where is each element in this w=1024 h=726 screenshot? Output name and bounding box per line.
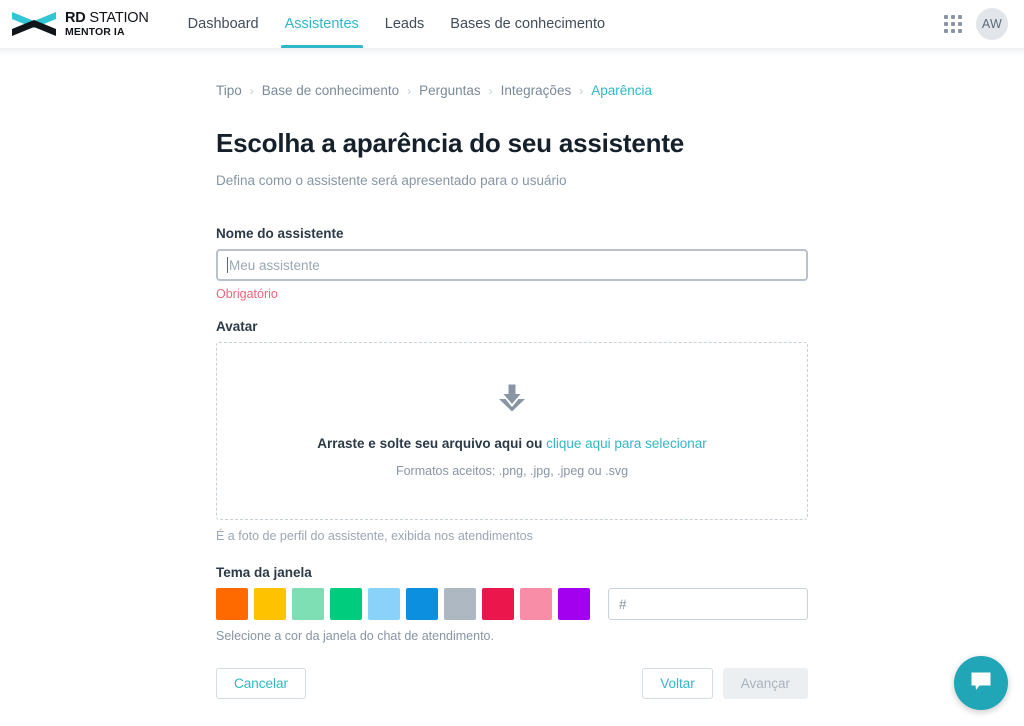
footer-right-buttons: Voltar Avançar xyxy=(642,668,808,699)
theme-helper-text: Selecione a cor da janela do chat de ate… xyxy=(216,629,494,643)
nav-item-assistentes[interactable]: Assistentes xyxy=(272,0,372,48)
chat-launcher-button[interactable] xyxy=(954,656,1008,710)
top-navigation-bar: RD STATION MENTOR IA Dashboard Assistent… xyxy=(0,0,1024,48)
breadcrumb-separator-icon: › xyxy=(488,83,493,98)
breadcrumb-item-base-de-conhecimento[interactable]: Base de conhecimento xyxy=(262,83,399,98)
color-swatch-sky[interactable] xyxy=(368,588,400,620)
dropzone-instruction: Arraste e solte seu arquivo aqui ou xyxy=(317,436,547,451)
breadcrumb-separator-icon: › xyxy=(407,83,412,98)
assistant-name-input[interactable] xyxy=(229,251,797,279)
header-divider xyxy=(0,48,1024,56)
nav-label: Assistentes xyxy=(284,16,359,32)
breadcrumb-separator-icon: › xyxy=(579,83,584,98)
next-button[interactable]: Avançar xyxy=(722,668,808,699)
color-swatch-slate[interactable] xyxy=(444,588,476,620)
hex-color-input[interactable] xyxy=(608,588,808,620)
hex-input-wrapper xyxy=(608,588,808,620)
page-body: Tipo › Base de conhecimento › Perguntas … xyxy=(0,56,1024,699)
theme-label: Tema da janela xyxy=(216,565,312,580)
content-container: Tipo › Base de conhecimento › Perguntas … xyxy=(216,83,808,699)
download-tray-icon xyxy=(497,384,527,417)
assistant-name-label: Nome do assistente xyxy=(216,226,344,241)
breadcrumb-item-integracoes[interactable]: Integrações xyxy=(501,83,572,98)
back-button[interactable]: Voltar xyxy=(642,668,713,699)
color-swatch-row xyxy=(216,588,808,620)
color-swatch-crimson[interactable] xyxy=(482,588,514,620)
text-caret xyxy=(227,257,228,273)
footer-actions: Cancelar Voltar Avançar xyxy=(216,668,808,699)
color-swatch-purple[interactable] xyxy=(558,588,590,620)
nav-label: Leads xyxy=(384,16,425,32)
logo-product-name: MENTOR IA xyxy=(65,25,125,38)
breadcrumb-item-perguntas[interactable]: Perguntas xyxy=(419,83,481,98)
rd-station-chevron-logo-icon xyxy=(10,9,58,39)
brand-logo[interactable]: RD STATION MENTOR IA xyxy=(10,9,149,39)
avatar-label: Avatar xyxy=(216,319,258,334)
main-nav: Dashboard Assistentes Leads Bases de con… xyxy=(175,0,618,48)
assistant-name-input-wrapper[interactable] xyxy=(216,249,808,281)
color-swatch-amber[interactable] xyxy=(254,588,286,620)
avatar-helper-text: É a foto de perfil do assistente, exibid… xyxy=(216,529,533,543)
cancel-button[interactable]: Cancelar xyxy=(216,668,307,699)
topbar-right-actions: AW xyxy=(944,8,1008,40)
nav-label: Bases de conhecimento xyxy=(450,16,606,32)
dropzone-main-text: Arraste e solte seu arquivo aqui ou cliq… xyxy=(317,436,706,451)
color-swatch-pink[interactable] xyxy=(520,588,552,620)
dropzone-formats-text: Formatos aceitos: .png, .jpg, .jpeg ou .… xyxy=(395,464,629,478)
nav-item-dashboard[interactable]: Dashboard xyxy=(175,0,272,48)
page-subtitle: Defina como o assistente será apresentad… xyxy=(216,173,567,188)
nav-item-bases-de-conhecimento[interactable]: Bases de conhecimento xyxy=(437,0,618,48)
breadcrumb-item-tipo[interactable]: Tipo xyxy=(216,83,242,98)
breadcrumb: Tipo › Base de conhecimento › Perguntas … xyxy=(216,83,808,98)
breadcrumb-item-aparencia[interactable]: Aparência xyxy=(591,83,652,98)
assistant-name-error: Obrigatório xyxy=(216,287,278,301)
color-swatch-mint[interactable] xyxy=(292,588,324,620)
nav-label: Dashboard xyxy=(187,16,259,32)
color-swatch-blue[interactable] xyxy=(406,588,438,620)
logo-brand-bold: RD xyxy=(65,9,86,26)
breadcrumb-separator-icon: › xyxy=(249,83,254,98)
user-avatar[interactable]: AW xyxy=(976,8,1008,40)
dropzone-select-link[interactable]: clique aqui para selecionar xyxy=(546,436,707,451)
logo-brand-rest: STATION xyxy=(85,9,149,26)
color-swatch-orange[interactable] xyxy=(216,588,248,620)
grid-apps-icon[interactable] xyxy=(944,15,962,33)
color-swatch-emerald[interactable] xyxy=(330,588,362,620)
page-title: Escolha a aparência do seu assistente xyxy=(216,128,685,158)
avatar-dropzone[interactable]: Arraste e solte seu arquivo aqui ou cliq… xyxy=(216,342,808,520)
nav-item-leads[interactable]: Leads xyxy=(372,0,438,48)
chat-bubble-icon xyxy=(969,670,993,697)
